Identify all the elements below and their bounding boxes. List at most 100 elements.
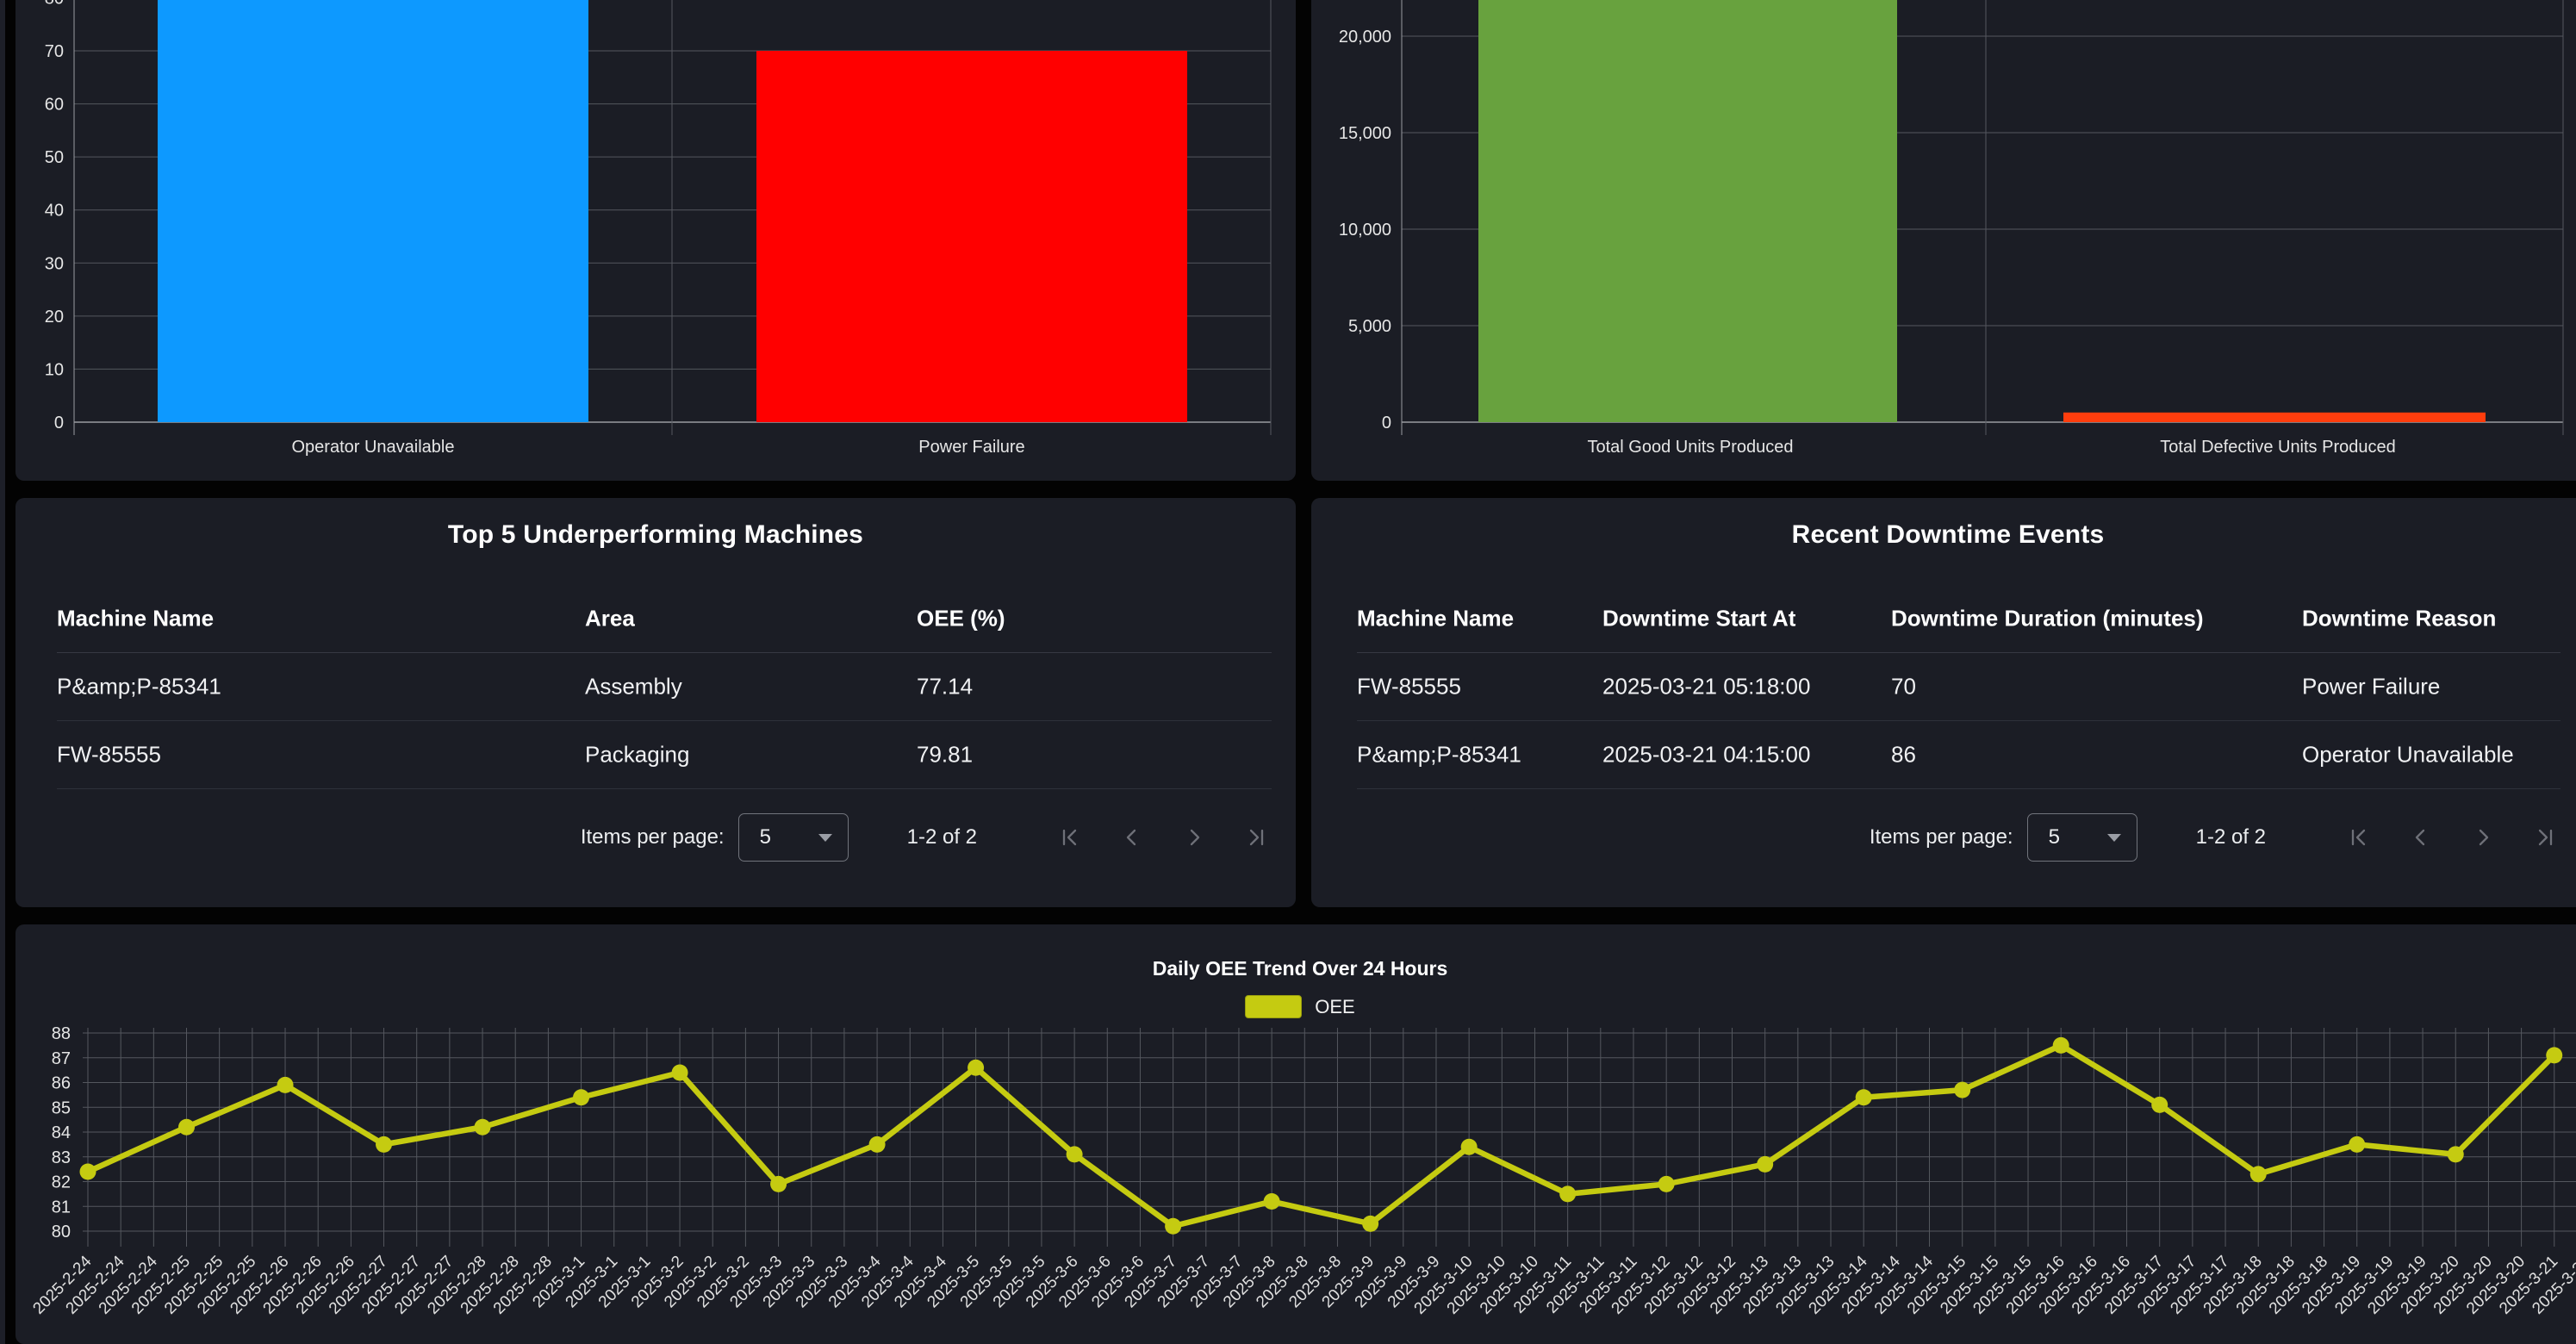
svg-text:Total Good Units Produced: Total Good Units Produced xyxy=(1587,438,1793,457)
cell-start-at: 2025-03-21 05:18:00 xyxy=(1602,674,1810,700)
svg-text:10,000: 10,000 xyxy=(1339,221,1391,240)
first-page-icon xyxy=(2345,824,2373,851)
svg-text:0: 0 xyxy=(54,414,64,432)
next-page-button[interactable] xyxy=(1180,824,1208,851)
svg-text:50: 50 xyxy=(45,148,64,167)
svg-text:40: 40 xyxy=(45,202,64,221)
first-page-icon xyxy=(1056,824,1084,851)
legend-label-oee: OEE xyxy=(1315,996,1354,1018)
last-page-icon xyxy=(1242,824,1270,851)
svg-text:85: 85 xyxy=(52,1098,71,1117)
paginator-nav xyxy=(2311,824,2559,851)
col-header-machine-name: Machine Name xyxy=(57,605,214,632)
chevron-left-icon xyxy=(2407,824,2435,851)
paginator: Items per page: 5 1-2 of 2 xyxy=(1870,810,2559,865)
svg-text:80: 80 xyxy=(45,0,64,8)
items-per-page-label: Items per page: xyxy=(1870,825,2013,849)
daily-oee-trend-card: 2025-2-242025-2-242025-2-242025-2-252025… xyxy=(16,924,2576,1344)
page-range-label: 1-2 of 2 xyxy=(907,825,977,849)
first-page-button[interactable] xyxy=(1056,824,1084,851)
svg-text:88: 88 xyxy=(52,1024,71,1043)
left-edge-strip xyxy=(0,0,5,1344)
legend-swatch-oee xyxy=(1245,995,1302,1018)
previous-page-button[interactable] xyxy=(1118,824,1146,851)
col-header-oee: OEE (%) xyxy=(917,605,1005,632)
svg-text:30: 30 xyxy=(45,254,64,273)
svg-text:82: 82 xyxy=(52,1173,71,1192)
underperforming-machines-card: Top 5 Underperforming Machines Machine N… xyxy=(16,498,1296,907)
svg-text:81: 81 xyxy=(52,1198,71,1216)
items-per-page-label: Items per page: xyxy=(581,825,725,849)
items-per-page-select[interactable]: 5 xyxy=(738,813,849,862)
items-per-page-value: 5 xyxy=(2049,825,2060,849)
cell-duration: 86 xyxy=(1891,742,1916,768)
cell-machine-name: P&amp;P-85341 xyxy=(57,674,221,700)
svg-text:83: 83 xyxy=(52,1148,71,1167)
svg-text:86: 86 xyxy=(52,1074,71,1093)
svg-text:Total Defective Units Produced: Total Defective Units Produced xyxy=(2160,438,2395,457)
svg-text:0: 0 xyxy=(1382,414,1391,432)
svg-text:87: 87 xyxy=(52,1049,71,1068)
recent-downtime-table: Machine Name Downtime Start At Downtime … xyxy=(1357,584,2560,789)
items-per-page-select[interactable]: 5 xyxy=(2027,813,2137,862)
col-header-reason: Downtime Reason xyxy=(2302,605,2496,632)
svg-text:Power Failure: Power Failure xyxy=(918,438,1024,457)
table-header-row: Machine Name Downtime Start At Downtime … xyxy=(1357,584,2560,653)
col-header-machine-name: Machine Name xyxy=(1357,605,1514,632)
first-page-button[interactable] xyxy=(2345,824,2373,851)
cell-machine-name: P&amp;P-85341 xyxy=(1357,742,1521,768)
downtime-by-reason-chart[interactable]: 01020304050607080Operator UnavailablePow… xyxy=(16,0,1296,481)
table-row: P&amp;P-85341 2025-03-21 04:15:00 86 Ope… xyxy=(1357,721,2560,789)
svg-text:15,000: 15,000 xyxy=(1339,124,1391,143)
units-produced-card: 0 5,000 10,000 15,000 20,000 Total Good Units… xyxy=(1311,0,2576,481)
downtime-by-reason-card: 01020304050607080Operator UnavailablePow… xyxy=(16,0,1296,481)
daily-oee-trend-chart[interactable]: 2025-2-242025-2-242025-2-242025-2-252025… xyxy=(16,924,2576,1344)
page-range-label: 1-2 of 2 xyxy=(2196,825,2266,849)
cell-area: Packaging xyxy=(585,742,689,768)
svg-text:20,000: 20,000 xyxy=(1339,28,1391,47)
cell-start-at: 2025-03-21 04:15:00 xyxy=(1602,742,1810,768)
recent-downtime-card: Recent Downtime Events Machine Name Down… xyxy=(1311,498,2576,907)
table-header-row: Machine Name Area OEE (%) xyxy=(57,584,1272,653)
table-row: FW-85555 2025-03-21 05:18:00 70 Power Fa… xyxy=(1357,653,2560,721)
svg-text:10: 10 xyxy=(45,360,64,379)
svg-text:60: 60 xyxy=(45,96,64,115)
cell-machine-name: FW-85555 xyxy=(1357,674,1461,700)
previous-page-button[interactable] xyxy=(2407,824,2435,851)
last-page-icon xyxy=(2531,824,2559,851)
svg-text:84: 84 xyxy=(52,1123,71,1142)
cell-area: Assembly xyxy=(585,674,682,700)
cell-reason: Power Failure xyxy=(2302,674,2440,700)
chart-legend: OEE xyxy=(16,995,2576,1018)
select-caret-icon xyxy=(818,834,832,842)
table-row: FW-85555 Packaging 79.81 xyxy=(57,721,1272,789)
items-per-page-value: 5 xyxy=(760,825,771,849)
col-header-duration: Downtime Duration (minutes) xyxy=(1891,605,2204,632)
cell-duration: 70 xyxy=(1891,674,1916,700)
col-header-area: Area xyxy=(585,605,635,632)
paginator-nav xyxy=(1022,824,1270,851)
svg-text:5,000: 5,000 xyxy=(1348,317,1391,336)
select-caret-icon xyxy=(2107,834,2121,842)
col-header-start-at: Downtime Start At xyxy=(1602,605,1795,632)
dashboard: 01020304050607080Operator UnavailablePow… xyxy=(0,0,2576,1344)
svg-text:20: 20 xyxy=(45,308,64,327)
svg-text:80: 80 xyxy=(52,1223,71,1241)
chevron-left-icon xyxy=(1118,824,1146,851)
underperforming-machines-table: Machine Name Area OEE (%) P&amp;P-85341 … xyxy=(57,584,1272,789)
cell-reason: Operator Unavailable xyxy=(2302,742,2514,768)
last-page-button[interactable] xyxy=(2531,824,2559,851)
svg-text:70: 70 xyxy=(45,42,64,61)
units-produced-chart[interactable]: 0 5,000 10,000 15,000 20,000 Total Good Units… xyxy=(1311,0,2576,481)
cell-oee: 79.81 xyxy=(917,742,973,768)
card-title: Recent Downtime Events xyxy=(1311,520,2576,550)
chevron-right-icon xyxy=(2469,824,2497,851)
chart-title: Daily OEE Trend Over 24 Hours xyxy=(16,957,2576,980)
last-page-button[interactable] xyxy=(1242,824,1270,851)
table-row: P&amp;P-85341 Assembly 77.14 xyxy=(57,653,1272,721)
cell-machine-name: FW-85555 xyxy=(57,742,161,768)
chevron-right-icon xyxy=(1180,824,1208,851)
paginator: Items per page: 5 1-2 of 2 xyxy=(581,810,1270,865)
cell-oee: 77.14 xyxy=(917,674,973,700)
next-page-button[interactable] xyxy=(2469,824,2497,851)
